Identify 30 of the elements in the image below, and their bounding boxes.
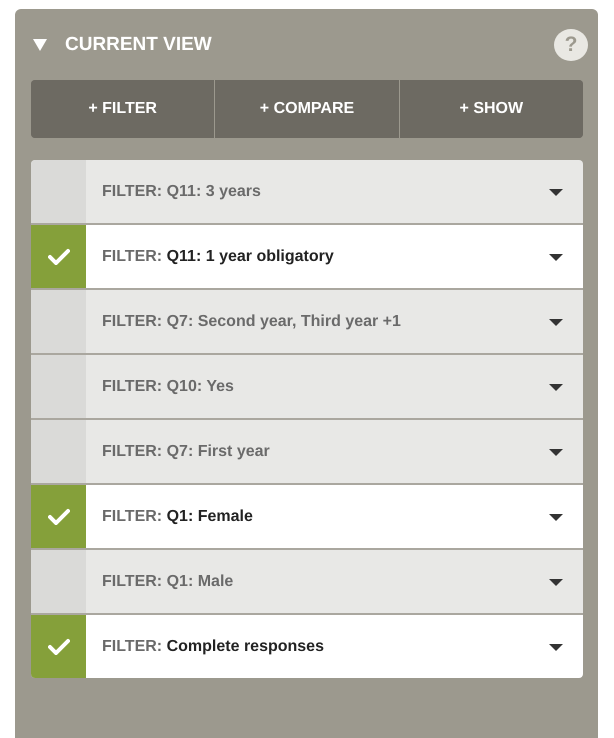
collapse-icon[interactable] [33, 38, 47, 50]
caret-icon[interactable] [549, 579, 563, 586]
filter-label: FILTER: Q1: Male [102, 572, 234, 592]
caret-icon[interactable] [549, 254, 563, 261]
caret-icon[interactable] [549, 319, 563, 326]
check-icon [48, 248, 70, 265]
caret-icon[interactable] [549, 449, 563, 456]
checkbox[interactable] [31, 485, 86, 548]
filter-label: FILTER: Q10: Yes [102, 377, 235, 397]
checkbox[interactable] [31, 225, 86, 288]
filter-label: FILTER: Complete responses [102, 637, 325, 657]
caret-icon[interactable] [549, 384, 563, 391]
checkbox[interactable] [31, 550, 86, 613]
caret-icon[interactable] [549, 514, 563, 521]
checkbox[interactable] [31, 615, 86, 678]
filter-label: FILTER: Q11: 3 years [102, 182, 262, 202]
filter-label: FILTER: Q11: 1 year obligatory [102, 247, 335, 267]
filter-label: FILTER: Q7: First year [102, 442, 271, 462]
checkbox[interactable] [31, 290, 86, 353]
caret-icon[interactable] [549, 644, 563, 651]
check-icon [48, 638, 70, 655]
panel-title: CURRENT VIEW [65, 34, 212, 56]
filter-label: FILTER: Q7: Second year, Third year +1 [102, 312, 402, 332]
caret-icon[interactable] [549, 189, 563, 196]
checkbox[interactable] [31, 355, 86, 418]
checkbox[interactable] [31, 420, 86, 483]
check-icon [48, 508, 70, 525]
checkbox[interactable] [31, 160, 86, 223]
add-button[interactable]: + SHOW [398, 80, 583, 138]
filter-label: FILTER: Q1: Female [102, 507, 254, 527]
